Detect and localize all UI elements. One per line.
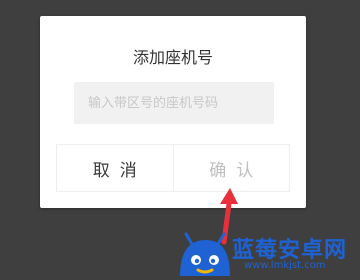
dialog-title: 添加座机号 <box>132 48 213 67</box>
screen: 添加座机号 取消 确认 蓝莓安卓网 www.lmkjst.com <box>0 0 360 280</box>
cancel-button[interactable]: 取消 <box>56 144 173 192</box>
landline-input-box[interactable] <box>74 82 274 124</box>
watermark: 蓝莓安卓网 www.lmkjst.com <box>170 230 356 276</box>
android-logo-icon <box>180 232 230 276</box>
watermark-url: www.lmkjst.com <box>244 260 326 271</box>
landline-input[interactable] <box>74 82 274 124</box>
